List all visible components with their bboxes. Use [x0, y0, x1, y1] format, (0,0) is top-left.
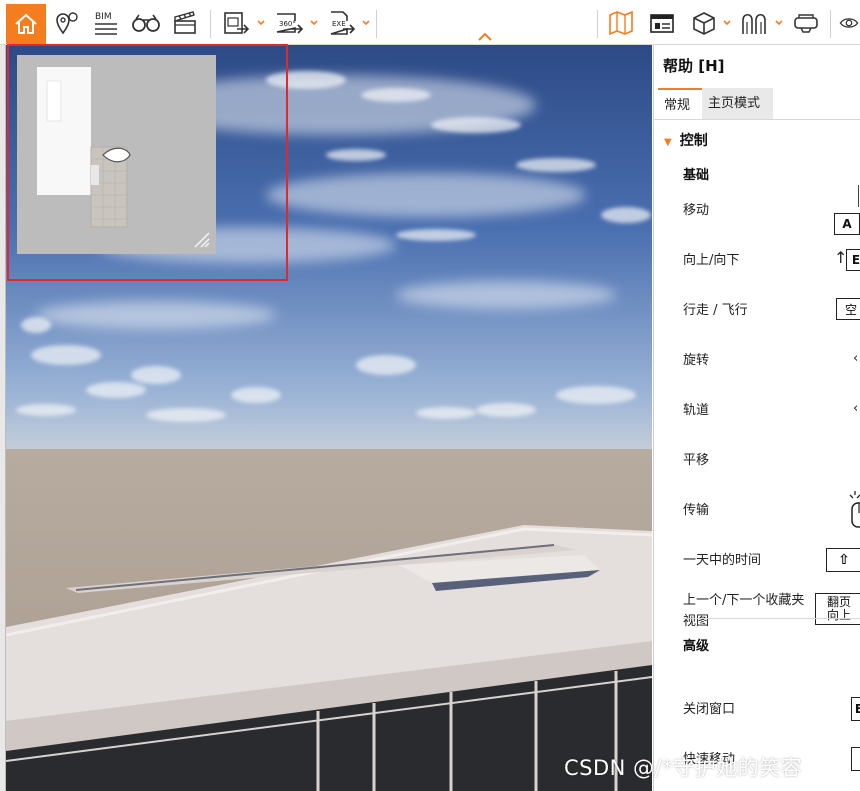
vr-headset-button[interactable] [789, 6, 823, 40]
chevron-down-icon[interactable] [723, 19, 731, 27]
chevron-down-icon[interactable] [257, 19, 265, 27]
expand-triangle-icon: ▼ [664, 137, 672, 148]
clapperboard-icon [174, 11, 196, 34]
chevron-down-icon[interactable] [310, 19, 318, 27]
section-controls-header[interactable]: ▼ 控制 [664, 130, 708, 150]
tab-home-mode[interactable]: 主页模式 [702, 88, 773, 119]
basics-header: 基础 [683, 168, 710, 183]
help-row-label: 轨道 [683, 403, 710, 418]
section-controls-label: 控制 [679, 133, 708, 149]
location-button[interactable] [51, 6, 83, 40]
export-exe-icon: EXE [330, 11, 356, 35]
help-row-label: 一天中的时间 [683, 553, 762, 568]
bim-icon: BIM [95, 12, 117, 35]
main-toolbar: BIM 360° EXE [0, 0, 860, 45]
toolbar-separator [376, 10, 377, 38]
key-page-up: 翻页向上 [815, 593, 860, 625]
export-exe-button[interactable]: EXE [325, 6, 359, 40]
video-editor-button[interactable] [645, 6, 679, 40]
help-row-label: 传输 [683, 503, 710, 518]
visibility-button[interactable] [838, 6, 860, 40]
chevron-down-icon[interactable] [775, 19, 783, 27]
mouse-left-icon: ‹ [853, 351, 859, 366]
help-row-label: 上一个/下一个收藏夹视图 [683, 593, 805, 629]
collapse-toolbar-chevron-icon[interactable] [477, 30, 493, 42]
help-tab-bar: 常规 主页模式 [654, 88, 860, 120]
section-divider [683, 618, 860, 619]
svg-text:BIM: BIM [95, 12, 112, 22]
clapperboard-button[interactable] [169, 6, 201, 40]
video-editor-icon [650, 14, 674, 33]
watermark: CSDN @/*守护她的笑容 [564, 756, 803, 780]
home-button[interactable] [6, 4, 46, 44]
help-row-label: 关闭窗口 [683, 702, 736, 717]
minimap-floorplan [17, 55, 216, 254]
vr-headset-icon [794, 14, 818, 33]
binoculars-icon [132, 14, 160, 32]
cube-view-button[interactable] [688, 6, 720, 40]
toolbar-separator [210, 10, 211, 38]
toolbar-separator [597, 10, 598, 38]
key-e: E [846, 249, 860, 271]
mouse-click-icon [849, 491, 860, 528]
help-row-label: 旋转 [683, 353, 710, 368]
toolbar-separator [830, 10, 831, 38]
advanced-header: 高级 [683, 639, 710, 654]
minimap[interactable] [17, 55, 216, 254]
help-row-label: 行走 / 飞行 [683, 303, 748, 318]
eye-icon [839, 18, 859, 28]
bim-button[interactable]: BIM [89, 6, 123, 40]
chevron-down-icon[interactable] [362, 19, 370, 27]
export-image-icon [224, 12, 250, 34]
help-row-label: 向上/向下 [683, 253, 740, 268]
help-row-label: 平移 [683, 453, 710, 468]
key-e: E [851, 697, 860, 721]
binoculars-button[interactable] [129, 6, 163, 40]
help-row-label: 移动 [683, 203, 710, 218]
cube-icon [693, 12, 715, 35]
key-a: A [834, 213, 860, 235]
key-box [851, 747, 860, 771]
export-360-icon: 360° [276, 13, 304, 34]
archway-icon [742, 13, 766, 34]
mouse-left-icon: ‹ [853, 401, 859, 416]
export-360-button[interactable]: 360° [272, 6, 306, 40]
home-icon [15, 13, 37, 34]
help-panel: 帮助 [H] 常规 主页模式 ▼ 控制 基础 移动 A 向上/向下 ↑ E 行走 … [653, 45, 860, 791]
export-image-button[interactable] [219, 6, 253, 40]
key-space: 空 [836, 298, 860, 320]
tab-general[interactable]: 常规 [658, 88, 702, 119]
help-panel-title: 帮助 [H] [663, 57, 725, 75]
map-button[interactable] [604, 6, 638, 40]
key-edge [858, 185, 859, 207]
svg-text:360°: 360° [279, 20, 296, 28]
map-pin-icon [56, 12, 78, 35]
archway-button[interactable] [737, 6, 771, 40]
svg-text:EXE: EXE [332, 20, 346, 28]
map-icon [609, 10, 633, 36]
key-shift: ⇧ [826, 548, 860, 572]
